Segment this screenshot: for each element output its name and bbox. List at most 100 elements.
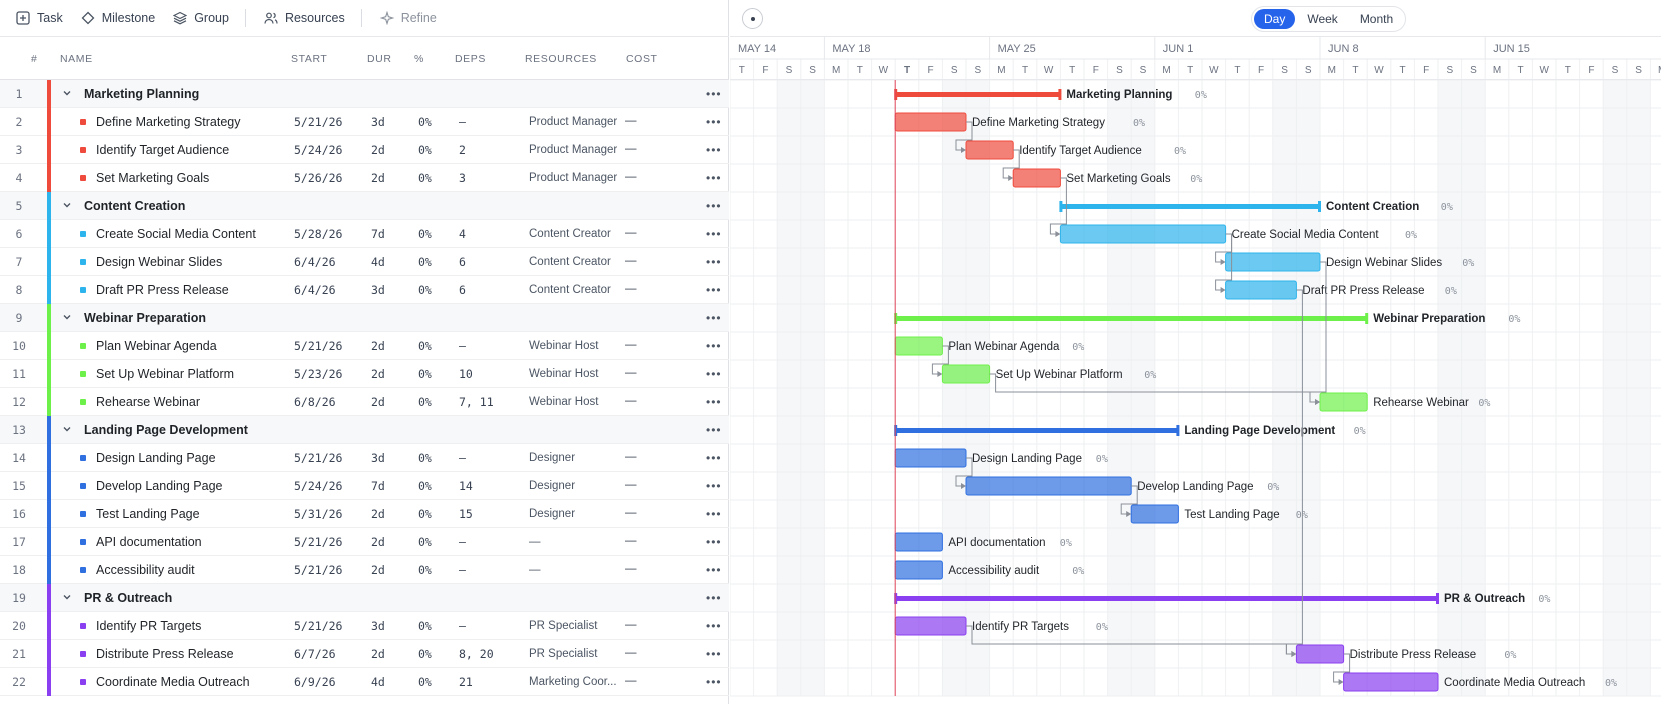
task-name[interactable]: Develop Landing Page (96, 479, 223, 493)
view-week-button[interactable]: Week (1297, 9, 1347, 29)
task-start[interactable]: 5/21/26 (294, 563, 342, 577)
task-resources[interactable]: Content Creator (529, 228, 623, 240)
task-name[interactable]: Identify Target Audience (96, 143, 229, 157)
task-start[interactable]: 6/8/26 (294, 395, 336, 409)
task-deps[interactable]: — (459, 535, 466, 549)
task-percent[interactable]: 0% (418, 479, 432, 493)
task-name[interactable]: Distribute Press Release (96, 647, 234, 661)
view-month-button[interactable]: Month (1350, 9, 1403, 29)
task-row[interactable]: 7 Design Webinar Slides 6/4/26 4d 0% 6 Content… (0, 248, 729, 276)
task-cost[interactable]: — (625, 115, 637, 127)
task-resources[interactable]: Product Manager (529, 172, 623, 184)
refine-button[interactable]: Refine (379, 6, 437, 30)
task-deps[interactable]: 6 (459, 283, 466, 297)
task-bar[interactable] (1343, 672, 1439, 692)
task-start[interactable]: 5/21/26 (294, 535, 342, 549)
row-more-icon[interactable]: ••• (706, 423, 722, 437)
task-name[interactable]: Draft PR Press Release (96, 283, 229, 297)
row-more-icon[interactable]: ••• (706, 87, 722, 101)
group-summary-bar[interactable] (895, 428, 1179, 433)
task-percent[interactable]: 0% (418, 367, 432, 381)
task-start[interactable]: 6/7/26 (294, 647, 336, 661)
task-cost[interactable]: — (625, 395, 637, 407)
task-percent[interactable]: 0% (418, 675, 432, 689)
group-name[interactable]: Content Creation (84, 199, 185, 213)
task-row[interactable]: 4 Set Marketing Goals 5/26/26 2d 0% 3 Product … (0, 164, 729, 192)
row-more-icon[interactable]: ••• (706, 255, 722, 269)
task-bar[interactable] (894, 532, 943, 552)
task-row[interactable]: 6 Create Social Media Content 5/28/26 7d 0% 4… (0, 220, 729, 248)
view-day-button[interactable]: Day (1254, 9, 1296, 29)
task-cost[interactable]: — (625, 619, 637, 631)
task-name[interactable]: Rehearse Webinar (96, 395, 200, 409)
task-duration[interactable]: 2d (371, 563, 385, 577)
row-more-icon[interactable]: ••• (706, 143, 722, 157)
task-deps[interactable]: — (459, 563, 466, 577)
task-start[interactable]: 5/31/26 (294, 507, 342, 521)
task-start[interactable]: 6/4/26 (294, 283, 336, 297)
row-more-icon[interactable]: ••• (706, 311, 722, 325)
task-bar[interactable] (965, 476, 1132, 496)
task-percent[interactable]: 0% (418, 227, 432, 241)
task-cost[interactable]: — (625, 143, 637, 155)
group-row[interactable]: 1 Marketing Planning ••• (0, 80, 729, 108)
task-duration[interactable]: 2d (371, 507, 385, 521)
task-resources[interactable]: Content Creator (529, 284, 623, 296)
row-more-icon[interactable]: ••• (706, 199, 722, 213)
add-task-button[interactable]: Task (16, 6, 63, 30)
task-duration[interactable]: 2d (371, 367, 385, 381)
task-deps[interactable]: 4 (459, 227, 466, 241)
task-name[interactable]: Accessibility audit (96, 563, 195, 577)
row-more-icon[interactable]: ••• (706, 563, 722, 577)
task-resources[interactable]: Webinar Host (529, 396, 623, 408)
task-resources[interactable]: Designer (529, 508, 623, 520)
task-cost[interactable]: — (625, 367, 637, 379)
row-more-icon[interactable]: ••• (706, 171, 722, 185)
task-start[interactable]: 5/21/26 (294, 115, 342, 129)
task-deps[interactable]: 3 (459, 171, 466, 185)
col-percent-header[interactable]: % (414, 53, 424, 65)
group-row[interactable]: 13 Landing Page Development ••• (0, 416, 729, 444)
group-summary-bar[interactable] (895, 92, 1061, 97)
task-percent[interactable]: 0% (418, 507, 432, 521)
task-bar[interactable] (894, 112, 967, 132)
task-bar[interactable] (1225, 252, 1321, 272)
task-row[interactable]: 11 Set Up Webinar Platform 5/23/26 2d 0% 10 We… (0, 360, 729, 388)
col-resources-header[interactable]: RESOURCES (525, 53, 597, 65)
add-group-button[interactable]: Group (173, 6, 229, 30)
task-percent[interactable]: 0% (418, 171, 432, 185)
row-more-icon[interactable]: ••• (706, 647, 722, 661)
scroll-to-today-button[interactable] (742, 8, 763, 29)
task-name[interactable]: Identify PR Targets (96, 619, 201, 633)
col-duration-header[interactable]: DUR (367, 53, 392, 65)
task-bar[interactable] (1059, 224, 1227, 244)
task-row[interactable]: 15 Develop Landing Page 5/24/26 7d 0% 14 Desig… (0, 472, 729, 500)
task-deps[interactable]: 2 (459, 143, 466, 157)
task-row[interactable]: 17 API documentation 5/21/26 2d 0% — — — ••• (0, 528, 729, 556)
row-more-icon[interactable]: ••• (706, 619, 722, 633)
task-duration[interactable]: 3d (371, 283, 385, 297)
task-row[interactable]: 16 Test Landing Page 5/31/26 2d 0% 15 Designer… (0, 500, 729, 528)
task-percent[interactable]: 0% (418, 647, 432, 661)
task-bar[interactable] (1319, 392, 1368, 412)
task-percent[interactable]: 0% (418, 563, 432, 577)
task-duration[interactable]: 3d (371, 451, 385, 465)
task-percent[interactable]: 0% (418, 143, 432, 157)
task-row[interactable]: 2 Define Marketing Strategy 5/21/26 3d 0% — Pr… (0, 108, 729, 136)
col-start-header[interactable]: START (291, 53, 327, 65)
task-name[interactable]: API documentation (96, 535, 202, 549)
task-deps[interactable]: 10 (459, 367, 473, 381)
task-resources[interactable]: Content Creator (529, 256, 623, 268)
task-deps[interactable]: — (459, 339, 466, 353)
task-duration[interactable]: 2d (371, 535, 385, 549)
task-duration[interactable]: 2d (371, 171, 385, 185)
task-name[interactable]: Plan Webinar Agenda (96, 339, 217, 353)
row-more-icon[interactable]: ••• (706, 227, 722, 241)
group-row[interactable]: 19 PR & Outreach ••• (0, 584, 729, 612)
task-resources[interactable]: Webinar Host (529, 368, 623, 380)
task-cost[interactable]: — (625, 171, 637, 183)
group-summary-bar[interactable] (1060, 204, 1320, 209)
task-row[interactable]: 22 Coordinate Media Outreach 6/9/26 4d 0% 21 M… (0, 668, 729, 696)
task-cost[interactable]: — (625, 563, 637, 575)
task-row[interactable]: 18 Accessibility audit 5/21/26 2d 0% — — — ••• (0, 556, 729, 584)
